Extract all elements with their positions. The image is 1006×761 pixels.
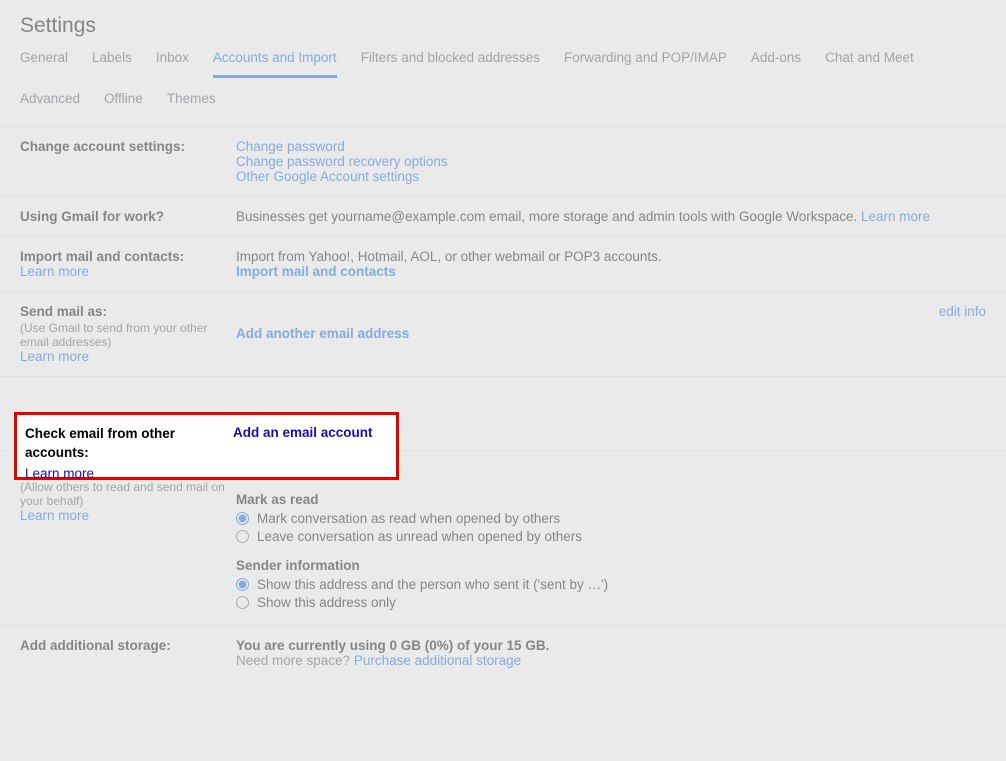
send-mail-as-label: Send mail as: [20,304,107,319]
tab-forwarding[interactable]: Forwarding and POP/IMAP [564,50,727,77]
send-mail-as-sub: (Use Gmail to send from your other email… [20,321,226,349]
settings-tabs: General Labels Inbox Accounts and Import… [0,50,1006,122]
change-recovery-link[interactable]: Change password recovery options [236,154,448,169]
check-email-label: Check email from other accounts: [25,425,233,463]
using-work-label: Using Gmail for work? [20,209,164,224]
tab-filters[interactable]: Filters and blocked addresses [361,50,540,77]
check-email-highlight: Check email from other accounts: Add an … [14,412,399,480]
add-another-email-action[interactable]: Add another email address [236,326,409,341]
tab-themes[interactable]: Themes [167,91,216,116]
import-mail-label: Import mail and contacts: [20,249,184,264]
grant-access-learn-more[interactable]: Learn more [20,508,89,523]
tab-general[interactable]: General [20,50,68,77]
tab-labels[interactable]: Labels [92,50,132,77]
leave-unread-label[interactable]: Leave conversation as unread when opened… [257,529,582,544]
tab-chat-meet[interactable]: Chat and Meet [825,50,914,77]
tab-accounts-import[interactable]: Accounts and Import [213,50,337,78]
tab-addons[interactable]: Add-ons [751,50,801,77]
other-account-settings-link[interactable]: Other Google Account settings [236,169,419,184]
import-mail-text: Import from Yahoo!, Hotmail, AOL, or oth… [236,249,986,264]
section-using-work: Using Gmail for work? Businesses get you… [0,197,1006,237]
mark-read-radio[interactable] [236,512,249,525]
storage-label: Add additional storage: [20,638,171,653]
mark-read-label[interactable]: Mark conversation as read when opened by… [257,511,560,526]
tab-advanced[interactable]: Advanced [20,91,80,116]
send-mail-as-learn-more[interactable]: Learn more [20,349,89,364]
storage-text: Need more space? [236,653,354,668]
change-password-link[interactable]: Change password [236,139,345,154]
grant-access-sub: (Allow others to read and send mail on y… [20,480,226,508]
storage-status: You are currently using 0 GB (0%) of you… [236,638,986,653]
mark-as-read-head: Mark as read [236,492,986,507]
import-mail-action[interactable]: Import mail and contacts [236,264,396,279]
section-import-mail: Import mail and contacts: Learn more Imp… [0,237,1006,292]
sender-only-radio[interactable] [236,596,249,609]
add-email-account-action[interactable]: Add an email account [233,425,373,463]
check-email-learn-more[interactable]: Learn more [25,466,386,481]
tab-inbox[interactable]: Inbox [156,50,189,77]
sender-sentby-label[interactable]: Show this address and the person who sen… [257,577,608,592]
page-title: Settings [0,0,1006,50]
using-work-text: Businesses get yourname@example.com emai… [236,209,861,224]
using-work-learn-more[interactable]: Learn more [861,209,930,224]
send-mail-edit-info[interactable]: edit info [939,304,986,319]
section-change-account: Change account settings: Change password… [0,127,1006,197]
change-account-label: Change account settings: [20,139,185,154]
sender-only-label[interactable]: Show this address only [257,595,396,610]
import-mail-learn-more[interactable]: Learn more [20,264,89,279]
purchase-storage-link[interactable]: Purchase additional storage [354,653,521,668]
sender-sentby-radio[interactable] [236,578,249,591]
sender-info-head: Sender information [236,558,986,573]
section-storage: Add additional storage: You are currentl… [0,626,1006,680]
leave-unread-radio[interactable] [236,530,249,543]
section-send-mail-as: Send mail as: (Use Gmail to send from yo… [0,292,1006,377]
tab-offline[interactable]: Offline [104,91,143,116]
